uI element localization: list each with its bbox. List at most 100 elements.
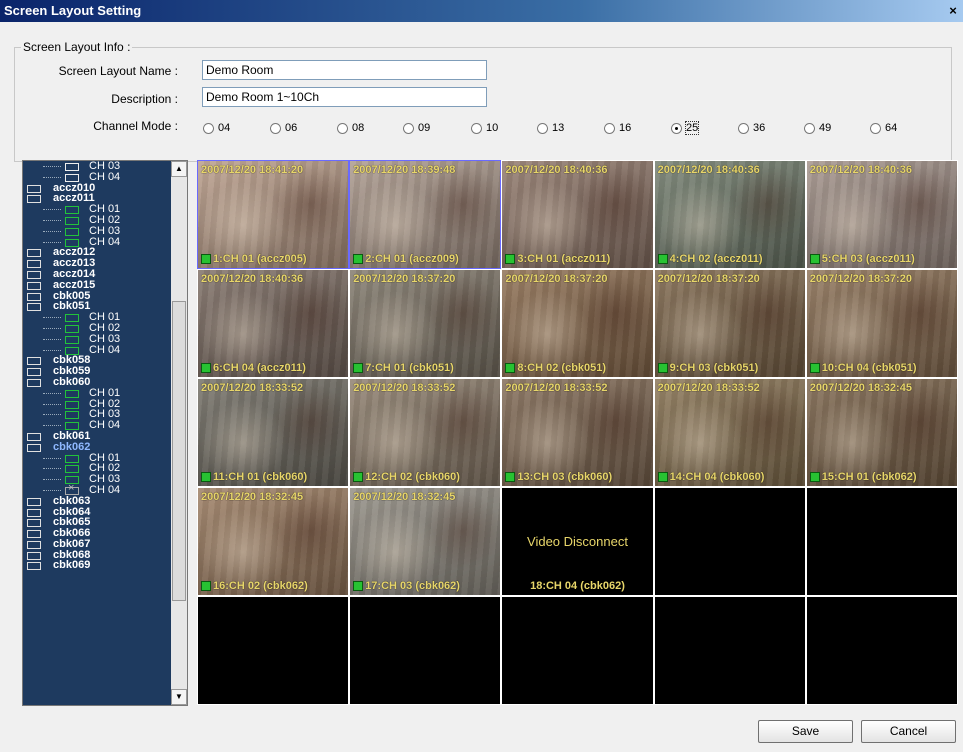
save-button[interactable]: Save xyxy=(758,720,853,743)
video-cell[interactable]: 2007/12/20 18:32:45 17:CH 03 (cbk062) xyxy=(350,488,501,595)
video-cell[interactable]: 2007/12/20 18:32:45 16:CH 02 (cbk062) xyxy=(198,488,349,595)
video-cell[interactable]: 2007/12/20 18:39:48 2:CH 01 (accz009) xyxy=(349,160,502,269)
video-cell[interactable]: 2007/12/20 18:40:36 6:CH 04 (accz011) xyxy=(198,270,349,377)
tree-node[interactable]: accz010 xyxy=(23,182,171,194)
close-icon[interactable]: × xyxy=(945,3,961,19)
tree-node[interactable]: accz013 xyxy=(23,258,171,269)
tree-node[interactable]: cbk059 xyxy=(23,366,171,377)
video-cell[interactable]: 2007/12/20 18:37:20 7:CH 01 (cbk051) xyxy=(350,270,501,377)
cancel-button[interactable]: Cancel xyxy=(861,720,956,743)
tree-node[interactable]: cbk005 xyxy=(23,290,171,302)
tree-node[interactable]: cbk063 xyxy=(23,495,171,507)
dvr-icon xyxy=(27,562,41,571)
tree-channel[interactable]: CH 04 xyxy=(23,344,171,356)
radio-dot[interactable] xyxy=(337,122,348,134)
video-cell-empty[interactable] xyxy=(502,597,653,704)
tree-node[interactable]: accz015 xyxy=(23,279,171,291)
tree-node[interactable]: cbk068 xyxy=(23,549,171,561)
radio-dot[interactable] xyxy=(804,122,815,134)
radio-dot[interactable] xyxy=(738,122,749,134)
tree-node[interactable]: cbk058 xyxy=(23,355,171,366)
video-timestamp: 2007/12/20 18:33:52 xyxy=(657,382,760,394)
radio-dot[interactable] xyxy=(537,122,548,134)
video-cell[interactable]: 2007/12/20 18:41:20 1:CH 01 (accz005) xyxy=(196,160,350,269)
video-cell[interactable]: 2007/12/20 18:33:52 11:CH 01 (cbk060) xyxy=(198,379,349,486)
video-cell[interactable]: 2007/12/20 18:32:45 15:CH 01 (cbk062) xyxy=(806,379,957,486)
radio-label: 36 xyxy=(753,122,766,134)
radio-dot[interactable] xyxy=(203,122,214,134)
tree-scrollbar[interactable]: ▲ ▼ xyxy=(171,161,187,705)
scroll-down-icon[interactable]: ▼ xyxy=(171,689,187,705)
tree-node[interactable]: accz012 xyxy=(23,247,171,258)
channel-mode-radio-16[interactable]: 16 xyxy=(604,122,631,134)
channel-mode-radio-13[interactable]: 13 xyxy=(537,122,564,134)
screen-layout-info-legend: Screen Layout Info : xyxy=(23,40,131,54)
channel-mode-radio-08[interactable]: 08 xyxy=(337,122,364,134)
radio-dot[interactable] xyxy=(403,122,414,134)
video-cell[interactable]: 2007/12/20 18:40:36 3:CH 01 (accz011) xyxy=(502,161,653,268)
video-cell-empty[interactable] xyxy=(806,488,957,595)
channel-mode-radio-64[interactable]: 64 xyxy=(870,122,897,134)
video-cell-empty[interactable] xyxy=(198,597,349,704)
radio-dot[interactable] xyxy=(671,122,682,134)
channel-mode-radio-06[interactable]: 06 xyxy=(270,122,297,134)
tree-node[interactable]: cbk066 xyxy=(23,528,171,539)
tree-channel[interactable]: CH 04 xyxy=(23,236,171,248)
video-cell-empty[interactable] xyxy=(350,597,501,704)
live-status-icon xyxy=(657,472,668,482)
tree-node[interactable]: accz014 xyxy=(23,268,171,280)
tree-channel[interactable]: CH 04 xyxy=(23,171,171,183)
scroll-thumb[interactable] xyxy=(172,301,186,601)
radio-dot[interactable] xyxy=(604,122,615,134)
radio-dot[interactable] xyxy=(471,122,482,134)
tree-node[interactable]: cbk069 xyxy=(23,560,171,571)
video-timestamp: 2007/12/20 18:32:45 xyxy=(809,382,912,394)
video-channel-label: 2:CH 01 (accz009) xyxy=(353,253,459,265)
video-cell-disconnected[interactable]: Video Disconnect 18:CH 04 (cbk062) xyxy=(502,488,653,595)
radio-dot[interactable] xyxy=(270,122,281,134)
tree-node[interactable]: cbk067 xyxy=(23,538,171,550)
tree-channel[interactable]: CH 04 xyxy=(23,483,171,496)
tree-node[interactable]: cbk064 xyxy=(23,506,171,518)
description-label: Description : xyxy=(111,92,178,106)
device-tree[interactable]: CH 03 CH 04 accz010 accz011 CH 01 CH 02 CH 03 C… xyxy=(22,160,188,706)
video-cell[interactable]: 2007/12/20 18:33:52 12:CH 02 (cbk060) xyxy=(350,379,501,486)
video-cell[interactable]: 2007/12/20 18:33:52 13:CH 03 (cbk060) xyxy=(502,379,653,486)
channel-mode-radio-36[interactable]: 36 xyxy=(738,122,765,134)
video-cell-empty[interactable] xyxy=(654,488,805,595)
tree-connector xyxy=(43,338,61,340)
video-cell[interactable]: 2007/12/20 18:37:20 9:CH 03 (cbk051) xyxy=(654,270,805,377)
description-input[interactable] xyxy=(202,87,487,107)
video-cell[interactable]: 2007/12/20 18:33:52 14:CH 04 (cbk060) xyxy=(654,379,805,486)
video-cell-empty[interactable] xyxy=(654,597,805,704)
video-cell[interactable]: 2007/12/20 18:40:36 5:CH 03 (accz011) xyxy=(806,161,957,268)
video-timestamp: 2007/12/20 18:41:20 xyxy=(201,164,304,176)
tree-connector xyxy=(43,230,61,232)
tree-channel[interactable]: CH 04 xyxy=(23,420,171,431)
camera-icon xyxy=(65,227,79,236)
video-cell[interactable]: 2007/12/20 18:40:36 4:CH 02 (accz011) xyxy=(654,161,805,268)
dvr-icon xyxy=(27,184,41,193)
video-channel-label: 10:CH 04 (cbk051) xyxy=(809,362,917,374)
radio-label: 06 xyxy=(285,122,298,134)
layout-name-input[interactable] xyxy=(202,60,487,80)
video-channel-label: 15:CH 01 (cbk062) xyxy=(809,471,917,483)
channel-mode-radio-25[interactable]: 25 xyxy=(671,121,700,135)
video-channel-text: 8:CH 02 (cbk051) xyxy=(517,362,607,374)
channel-mode-radio-10[interactable]: 10 xyxy=(471,122,498,134)
video-cell[interactable]: 2007/12/20 18:37:20 10:CH 04 (cbk051) xyxy=(806,270,957,377)
tree-node[interactable]: cbk061 xyxy=(23,430,171,442)
channel-mode-radio-09[interactable]: 09 xyxy=(403,122,430,134)
channel-mode-radio-04[interactable]: 04 xyxy=(203,122,230,134)
video-cell[interactable]: 2007/12/20 18:37:20 8:CH 02 (cbk051) xyxy=(502,270,653,377)
radio-dot[interactable] xyxy=(870,122,881,134)
camera-icon xyxy=(65,422,79,431)
channel-mode-radio-49[interactable]: 49 xyxy=(804,122,831,134)
video-channel-label: 8:CH 02 (cbk051) xyxy=(505,362,606,374)
tree-item-label: cbk060 xyxy=(53,375,91,388)
video-timestamp: 2007/12/20 18:32:45 xyxy=(353,491,456,503)
scroll-up-icon[interactable]: ▲ xyxy=(171,161,187,177)
video-cell-empty[interactable] xyxy=(806,597,957,704)
camera-icon xyxy=(65,454,79,463)
tree-node[interactable]: cbk065 xyxy=(23,517,171,528)
